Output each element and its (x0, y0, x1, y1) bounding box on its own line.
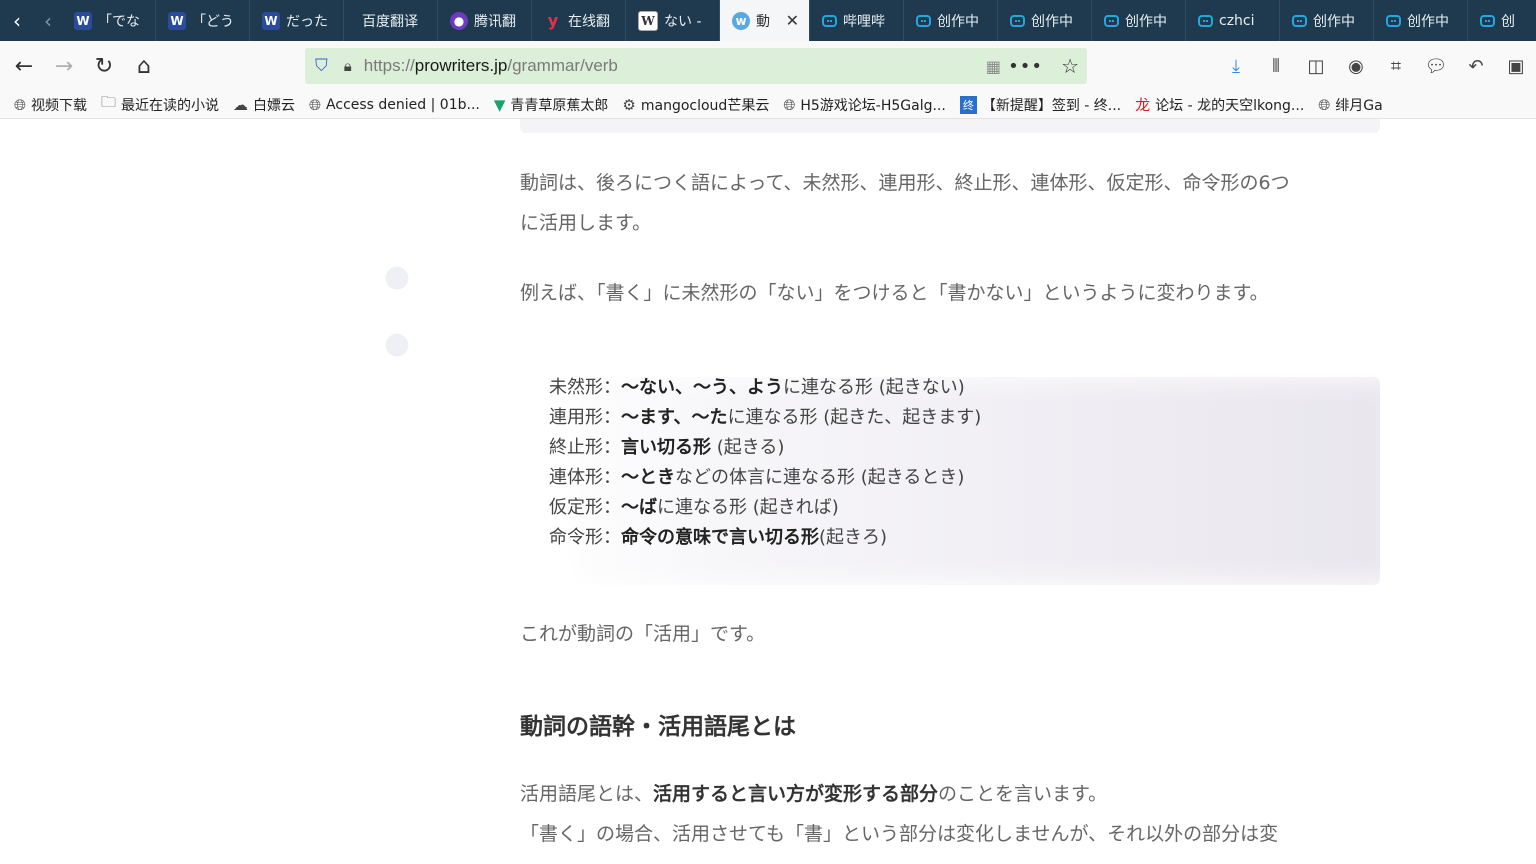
back-arrow-icon[interactable]: ← (4, 46, 44, 86)
tab[interactable]: ● 腾讯翻 (438, 0, 532, 41)
bilibili-icon (1292, 14, 1307, 27)
previous-box-edge (520, 119, 1380, 133)
word-icon: W (262, 11, 280, 30)
toolbar-right: ⤓ ⫴ ◫ ◉ ⌗ 💬︎ ↶ ▣ (1216, 41, 1536, 91)
library-icon[interactable]: ⫴ (1256, 56, 1296, 77)
share-icon[interactable]: ● (378, 257, 416, 295)
tab-active[interactable]: w 動 ✕ (720, 0, 810, 41)
tab[interactable]: 百度翻译 (344, 0, 438, 41)
globe-icon: 🌐︎ (783, 95, 796, 114)
bilibili-icon (1010, 14, 1025, 27)
bilibili-icon (1386, 14, 1401, 27)
tencent-icon: ● (450, 11, 468, 30)
paragraph-5: 「書く」の場合、活用させても「書」という部分は変化しませんが、それ以外の部分は変 (520, 823, 1279, 845)
crop-icon[interactable]: ⌗ (1376, 56, 1416, 77)
bookmark-item[interactable]: 龙论坛 - 龙的天空lkong... (1135, 94, 1304, 115)
bilibili-icon (1104, 14, 1119, 27)
close-icon[interactable]: ✕ (786, 11, 799, 30)
form-line: 連用形：〜ます、〜たに連なる形 (起きた、起きます) (549, 407, 982, 428)
word-icon: W (168, 11, 186, 30)
bookmark-icon[interactable]: ● (378, 324, 416, 362)
download-icon[interactable]: ⤓ (1216, 56, 1256, 77)
tab[interactable]: y 在线翻 (532, 0, 626, 41)
bookmark-item[interactable]: 🌐︎ H5游戏论坛-H5Galg... (783, 95, 946, 115)
tab[interactable]: 创作中 (904, 0, 998, 41)
lock-icon[interactable]: 🔒︎ (344, 57, 352, 75)
chat-icon[interactable]: 💬︎ (1416, 56, 1456, 77)
tab[interactable]: W だった (250, 0, 344, 41)
wiki-icon: W (638, 10, 658, 31)
cloud-icon: ☁ (233, 95, 249, 114)
url-text[interactable]: https://prowriters.jp/grammar/verb (364, 56, 618, 76)
nav-bar: ← → ↻ ⌂ ⛉ 🔒︎ https://prowriters.jp/gramm… (0, 41, 1536, 91)
tab-strip: ‹ ‹ W 「でな W 「どう W だった 百度翻译 ● 腾讯翻 y 在线翻 W ない - … (0, 0, 1536, 41)
tab[interactable]: 创作中 (1280, 0, 1374, 41)
tab-scroll-left-dim-icon[interactable]: ‹ (34, 0, 62, 41)
reload-icon[interactable]: ↻ (84, 46, 124, 86)
bookmark-item[interactable]: ▼ 青青草原蕉太郎 (494, 95, 609, 115)
form-line: 命令形：命令の意味で言い切る形(起きろ) (549, 527, 888, 548)
globe-icon: 🌐︎ (14, 95, 27, 114)
bookmark-star-icon[interactable]: ☆ (1061, 54, 1079, 78)
v-icon: ▼ (493, 95, 506, 114)
bookmark-item[interactable]: ⚙ mangocloud芒果云 (622, 95, 769, 115)
site-icon: w (732, 11, 750, 30)
paragraph-1: 動詞は、後ろにつく語によって、未然形、連用形、終止形、連体形、仮定形、命令形の6… (520, 172, 1290, 234)
form-line: 終止形：言い切る形 (起きる) (549, 437, 785, 458)
dragon-icon: 龙 (1135, 96, 1151, 114)
sidebar-icon[interactable]: ◫ (1296, 56, 1336, 77)
blue-square-icon: 终 (959, 95, 977, 114)
tab[interactable]: 创作中 (1092, 0, 1186, 41)
account-icon[interactable]: ◉ (1336, 56, 1376, 77)
tab[interactable]: czhci (1186, 0, 1280, 41)
form-line: 連体形：〜ときなどの体言に連なる形 (起きるとき) (549, 467, 965, 488)
bookmark-item[interactable]: 🌐︎ 视频下载 (14, 95, 87, 115)
bilibili-icon (1480, 14, 1495, 27)
bilibili-icon (822, 14, 837, 27)
shield-icon[interactable]: ⛉ (315, 56, 328, 76)
tab[interactable]: 哔哩哔 (810, 0, 904, 41)
qr-code-icon[interactable]: ▦ (986, 57, 1001, 76)
bookmark-item[interactable]: 🌐︎ Access denied | 01b... (309, 96, 480, 114)
word-icon: W (74, 11, 92, 30)
tab[interactable]: W 「どう (156, 0, 250, 41)
forward-arrow-icon[interactable]: → (44, 46, 84, 86)
youdao-icon: y (547, 11, 559, 30)
tab[interactable]: W 「でな (62, 0, 156, 41)
tab-scroll-left-icon[interactable]: ‹ (0, 0, 34, 41)
address-bar[interactable]: ⛉ 🔒︎ https://prowriters.jp/grammar/verb … (305, 48, 1087, 84)
bookmark-item[interactable]: ☁ 白嫖云 (233, 95, 295, 115)
bilibili-icon (916, 14, 931, 27)
bookmark-item[interactable]: 终【新提醒】签到 - 终... (959, 95, 1121, 115)
paragraph-4: 活用語尾とは、活用すると言い方が変形する部分のことを言います。 (520, 783, 1108, 805)
bilibili-icon (1198, 14, 1213, 27)
folder-icon: 🗀 (101, 93, 117, 111)
page-content: ● ● 動詞は、後ろにつく語によって、未然形、連用形、終止形、連体形、仮定形、命… (0, 119, 1536, 864)
more-options-icon[interactable]: ••• (1008, 56, 1043, 77)
form-line: 仮定形：〜ばに連なる形 (起きれば) (549, 497, 839, 518)
undo-icon[interactable]: ↶ (1456, 56, 1496, 77)
gear-icon: ⚙ (622, 95, 636, 114)
bookmark-item[interactable]: 🌐︎ 绯月Ga (1318, 95, 1382, 115)
globe-icon: 🌐︎ (1318, 95, 1331, 114)
menu-icon[interactable]: ▣ (1496, 56, 1536, 77)
section-heading: 動詞の語幹・活用語尾とは (520, 714, 796, 740)
bookmark-item[interactable]: 🗀 最近在读的小说 (101, 92, 219, 117)
paragraph-3: これが動詞の「活用」です。 (520, 623, 766, 645)
tab[interactable]: 创作中 (1374, 0, 1468, 41)
tab[interactable]: 创作中 (998, 0, 1092, 41)
bookmarks-bar: 🌐︎ 视频下载 🗀 最近在读的小说 ☁ 白嫖云 🌐︎ Access denied | 0… (0, 91, 1536, 119)
tab[interactable]: W ない - (626, 0, 720, 41)
form-line: 未然形：〜ない、〜う、ように連なる形 (起きない) (549, 377, 965, 398)
home-icon[interactable]: ⌂ (124, 46, 164, 86)
globe-icon: 🌐︎ (309, 95, 322, 114)
tab[interactable]: 创 (1468, 0, 1536, 41)
paragraph-2: 例えば、「書く」に未然形の「ない」をつけると「書かない」というように変わります。 (520, 282, 1269, 304)
